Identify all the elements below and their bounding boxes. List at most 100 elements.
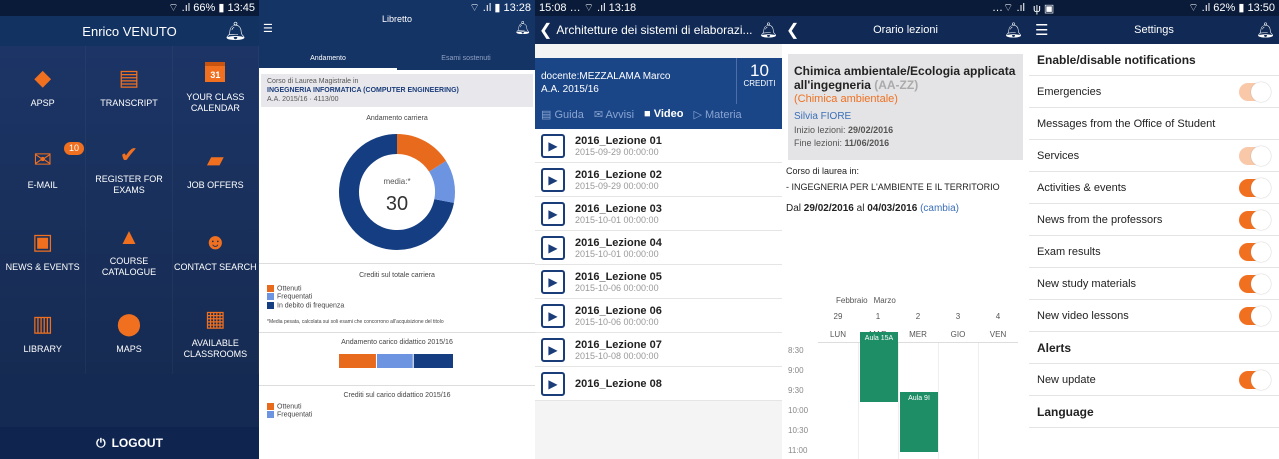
calendar-icon: 31 <box>205 62 226 82</box>
teacher-bar: docente:MEZZALAMA Marco A.A. 2015/16 10 CR… <box>535 58 782 104</box>
menu-item-apsp[interactable]: ◆ APSP <box>0 46 87 128</box>
change-link[interactable]: (cambia) <box>920 203 959 214</box>
tab-guida[interactable]: ▤ Guida <box>541 108 584 121</box>
menu-item-label: AVAILABLE CLASSROOMS <box>183 338 248 359</box>
video-item[interactable]: ▶ 2016_Lezione 07 2015-10-08 00:00:00 <box>535 333 782 367</box>
play-icon[interactable]: ▶ <box>541 371 565 396</box>
toggle-switch[interactable] <box>1239 81 1271 102</box>
setting-label: Messages from the Office of Student <box>1037 117 1216 130</box>
video-item[interactable]: ▶ 2016_Lezione 06 2015-10-06 00:00:00 <box>535 299 782 333</box>
course-title: Architetture dei sistemi di elaborazi... <box>556 23 753 37</box>
bell-icon[interactable]: 🔔︎ <box>1004 21 1023 39</box>
video-date: 2015-10-01 00:00:00 <box>575 214 659 225</box>
toggle-switch[interactable] <box>1239 369 1271 390</box>
setting-label: Alerts <box>1037 340 1072 355</box>
menu-item-label: COURSE CATALOGUE <box>101 256 157 277</box>
setting-row[interactable]: Exam results <box>1029 236 1279 268</box>
menu-item-library[interactable]: ▥ LIBRARY <box>0 292 87 374</box>
setting-row[interactable]: News from the professors <box>1029 204 1279 236</box>
check-icon: ✔ <box>119 141 139 167</box>
toggle-switch[interactable] <box>1239 305 1271 326</box>
toggle-switch[interactable] <box>1239 145 1271 166</box>
menu-item-job-offers[interactable]: ▰ JOB OFFERS <box>173 128 259 210</box>
setting-row[interactable]: Activities & events <box>1029 172 1279 204</box>
tab-avvisi[interactable]: ✉ Avvisi <box>594 108 634 121</box>
setting-row[interactable]: New update <box>1029 364 1279 396</box>
play-icon[interactable]: ▶ <box>541 201 565 226</box>
setting-row[interactable]: Services <box>1029 140 1279 172</box>
back-icon[interactable]: ❮ <box>539 20 552 40</box>
video-title: 2016_Lezione 05 <box>575 270 662 283</box>
video-title: 2016_Lezione 04 <box>575 236 662 249</box>
home-menu-grid: ◆ APSP ▤ TRANSCRIPT 31 YOUR CLASS CALENDAR ✉ E-… <box>0 46 259 374</box>
menu-item-register-for-exams[interactable]: ✔ REGISTER FOR EXAMS <box>86 128 173 210</box>
month-label: Febbraio <box>836 296 868 305</box>
hour-label: 9:00 <box>788 366 804 375</box>
video-date: 2015-10-01 00:00:00 <box>575 248 659 259</box>
tab-label: Materia <box>705 109 742 121</box>
menu-item-transcript[interactable]: ▤ TRANSCRIPT <box>86 46 173 128</box>
load-bar <box>339 354 453 369</box>
toggle-switch[interactable] <box>1239 273 1271 294</box>
menu-icon[interactable]: ☰ <box>263 22 273 35</box>
status-left: ψ ▣ <box>1033 2 1055 15</box>
video-date: 2015-10-06 00:00:00 <box>575 316 659 327</box>
menu-item-course-catalogue[interactable]: ▲ COURSE CATALOGUE <box>86 210 173 292</box>
video-date: 2015-09-29 00:00:00 <box>575 180 659 191</box>
play-icon[interactable]: ▶ <box>541 269 565 294</box>
bell-icon[interactable]: 🔔︎ <box>224 21 247 42</box>
credits-title: Crediti sul totale carriera <box>359 272 435 279</box>
play-icon[interactable]: ▶ <box>541 303 565 328</box>
tab-materia[interactable]: ▷ Materia <box>693 108 741 121</box>
menu-icon[interactable]: ☰ <box>1035 21 1048 39</box>
back-icon[interactable]: ❮ <box>786 20 799 40</box>
menu-item-maps[interactable]: ⬤ MAPS <box>86 292 173 374</box>
video-item[interactable]: ▶ 2016_Lezione 03 2015-10-01 00:00:00 <box>535 197 782 231</box>
toggle-switch[interactable] <box>1239 209 1271 230</box>
video-item[interactable]: ▶ 2016_Lezione 08 <box>535 367 782 401</box>
hour-label: 11:00 <box>788 446 808 455</box>
credits2-title: Crediti sul carico didattico 2015/16 <box>343 392 451 400</box>
menu-item-available-classrooms[interactable]: ▦ AVAILABLE CLASSROOMS <box>173 292 259 374</box>
tab-esami[interactable]: Esami sostenuti <box>397 49 535 70</box>
video-item[interactable]: ▶ 2016_Lezione 04 2015-10-01 00:00:00 <box>535 231 782 265</box>
timetable-screen: …⌔ .ıl ❮ Orario lezioni 🔔︎ Chimica ambient… <box>782 0 1029 459</box>
menu-item-label: LIBRARY <box>23 343 62 354</box>
lesson-event[interactable]: Aula 15A <box>860 332 898 402</box>
menu-item-news-events[interactable]: ▣ NEWS & EVENTS <box>0 210 87 292</box>
setting-row[interactable]: Emergencies <box>1029 76 1279 108</box>
menu-item-label: YOUR CLASS CALENDAR <box>186 92 245 113</box>
play-icon[interactable]: ▶ <box>541 337 565 362</box>
tab-label: Video <box>653 108 684 120</box>
toggle-switch[interactable] <box>1239 241 1271 262</box>
setting-row[interactable]: New study materials <box>1029 268 1279 300</box>
logout-button[interactable]: ⏻ LOGOUT <box>0 427 259 459</box>
status-text: 15:08 … ⌔ .ıl 13:18 <box>539 2 637 14</box>
hour-label: 10:00 <box>788 406 809 415</box>
tab-andamento[interactable]: Andamento <box>259 49 397 70</box>
play-icon[interactable]: ▶ <box>541 133 565 158</box>
menu-item-e-mail[interactable]: ✉ E-MAIL 10 <box>0 128 87 210</box>
lesson-event[interactable]: Aula 9I <box>900 392 938 452</box>
teacher-link[interactable]: Silvia FIORE <box>794 110 1017 124</box>
menu-item-your-class-calendar[interactable]: 31 YOUR CLASS CALENDAR <box>173 46 259 128</box>
setting-row[interactable]: New video lessons <box>1029 300 1279 332</box>
tab-video[interactable]: ■ Video <box>644 108 683 121</box>
video-title: 2016_Lezione 07 <box>575 338 662 351</box>
play-icon[interactable]: ▶ <box>541 235 565 260</box>
media-label: media:* <box>383 177 410 186</box>
video-date: 2015-10-06 00:00:00 <box>575 282 659 293</box>
video-item[interactable]: ▶ 2016_Lezione 05 2015-10-06 00:00:00 <box>535 265 782 299</box>
menu-item-label: JOB OFFERS <box>187 179 244 190</box>
career-title: Andamento carriera <box>366 115 428 122</box>
bell-icon[interactable]: 🔔︎ <box>759 21 778 39</box>
bell-icon[interactable]: 🔔︎ <box>1256 21 1275 39</box>
status-text: …⌔ .ıl <box>992 2 1025 14</box>
video-item[interactable]: ▶ 2016_Lezione 01 2015-09-29 00:00:00 <box>535 129 782 163</box>
video-item[interactable]: ▶ 2016_Lezione 02 2015-09-29 00:00:00 <box>535 163 782 197</box>
toggle-switch[interactable] <box>1239 177 1271 198</box>
play-icon[interactable]: ▶ <box>541 167 565 192</box>
bell-icon[interactable]: 🔔︎ <box>514 20 531 36</box>
menu-item-contact-search[interactable]: ☻ CONTACT SEARCH <box>173 210 259 292</box>
settings-screen: ψ ▣ ⌔ .ıl 62% ▮ 13:50 ☰ Settings 🔔︎ Enable/… <box>1029 0 1279 459</box>
